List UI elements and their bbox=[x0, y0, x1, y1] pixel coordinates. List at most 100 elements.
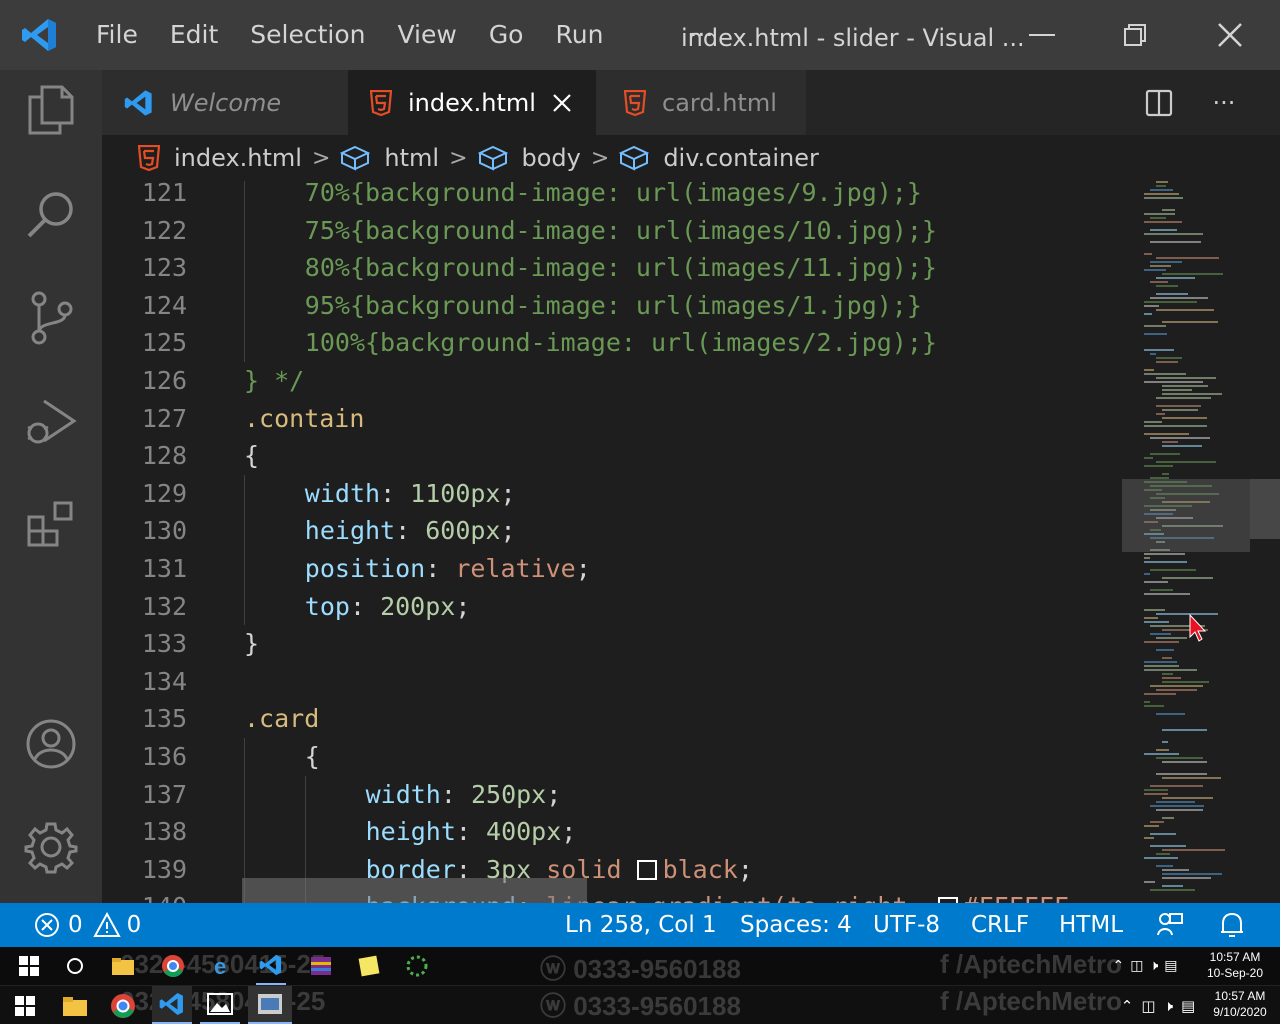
sticky-notes-icon[interactable] bbox=[354, 947, 384, 985]
breadcrumb-html[interactable]: html bbox=[340, 144, 439, 172]
vscode-taskbar-icon[interactable] bbox=[152, 986, 192, 1024]
menu-go[interactable]: Go bbox=[473, 0, 540, 70]
restore-button[interactable] bbox=[1090, 0, 1180, 70]
file-explorer-icon[interactable] bbox=[58, 986, 92, 1024]
menu-view[interactable]: View bbox=[381, 0, 472, 70]
code-line[interactable]: 121 70%{background-image: url(images/9.jp… bbox=[102, 181, 1122, 212]
clock-outer[interactable]: 10:57 AM 9/10/2020 bbox=[1206, 988, 1274, 1020]
code-line[interactable]: 125 100%{background-image: url(images/2.j… bbox=[102, 324, 1122, 362]
run-debug-icon[interactable] bbox=[0, 372, 102, 472]
indentation[interactable]: Spaces: 4 bbox=[740, 903, 852, 947]
code-line[interactable]: 122 75%{background-image: url(images/10.j… bbox=[102, 211, 1122, 250]
clock-inner[interactable]: 10:57 AM 10-Sep-20 bbox=[1200, 949, 1270, 981]
winrar-icon[interactable] bbox=[306, 947, 336, 985]
watermark-whatsapp: ⓦ 0333-9560188 bbox=[540, 991, 741, 1021]
notification-icon[interactable]: ▤ bbox=[1164, 958, 1177, 974]
code-token: 70%{background-image: url(images/9.jpg);… bbox=[304, 181, 922, 207]
tab-welcome[interactable]: Welcome bbox=[102, 70, 348, 135]
cursor-position[interactable]: Ln 258, Col 1 bbox=[565, 903, 717, 947]
code-line[interactable]: 135 .card bbox=[102, 700, 1122, 738]
photos-icon[interactable] bbox=[200, 986, 240, 1024]
tray-chevron-icon[interactable]: ⌃ bbox=[1112, 958, 1124, 974]
menu-selection[interactable]: Selection bbox=[234, 0, 381, 70]
file-explorer-icon[interactable] bbox=[108, 947, 138, 985]
close-tab-icon[interactable] bbox=[552, 93, 572, 113]
tray-chevron-icon[interactable]: ⌃ bbox=[1121, 997, 1134, 1015]
minimap[interactable] bbox=[1122, 181, 1280, 903]
code-text: { bbox=[305, 738, 320, 776]
more-actions-button[interactable]: ··· bbox=[1194, 70, 1254, 135]
code-line[interactable]: 133} bbox=[102, 625, 1122, 663]
code-line[interactable]: 128 { bbox=[102, 437, 1122, 475]
code-line[interactable]: 130 height: 600px; bbox=[102, 512, 1122, 550]
vertical-scrollbar-thumb[interactable] bbox=[1250, 479, 1280, 539]
code-editor[interactable]: 121 70%{background-image: url(images/9.jp… bbox=[102, 181, 1122, 903]
code-line[interactable]: 131 position: relative; bbox=[102, 550, 1122, 588]
extensions-icon[interactable] bbox=[0, 475, 102, 575]
network-icon[interactable]: ◫ bbox=[1130, 958, 1143, 974]
network-icon[interactable]: ◫ bbox=[1141, 997, 1155, 1015]
breadcrumb-file[interactable]: index.html bbox=[138, 144, 302, 172]
source-control-icon[interactable] bbox=[0, 268, 102, 368]
horizontal-scrollbar[interactable] bbox=[242, 878, 587, 903]
code-line[interactable]: 132 top: 200px; bbox=[102, 587, 1122, 626]
code-line[interactable]: 136 { bbox=[102, 738, 1122, 776]
settings-gear-icon[interactable] bbox=[0, 797, 102, 897]
problems-indicator[interactable]: 0 0 bbox=[34, 903, 141, 947]
code-line[interactable]: 137 width: 250px; bbox=[102, 775, 1122, 814]
code-text: { bbox=[244, 437, 259, 475]
notifications-bell-icon[interactable] bbox=[1219, 903, 1245, 947]
minimap-line bbox=[1150, 353, 1156, 355]
windows-start-icon[interactable] bbox=[14, 947, 44, 985]
minimap-line bbox=[1144, 373, 1186, 375]
code-line[interactable]: 124 95%{background-image: url(images/1.jp… bbox=[102, 286, 1122, 325]
language-mode[interactable]: HTML bbox=[1059, 903, 1123, 947]
menu-edit[interactable]: Edit bbox=[154, 0, 234, 70]
minimap-line bbox=[1162, 797, 1213, 799]
minimize-button[interactable] bbox=[997, 0, 1087, 70]
breadcrumb-div-container[interactable]: div.container bbox=[619, 144, 819, 172]
feedback-icon[interactable] bbox=[1156, 903, 1184, 947]
chrome-icon[interactable] bbox=[106, 986, 140, 1024]
tab-card-html[interactable]: card.html bbox=[596, 70, 806, 135]
line-ending[interactable]: CRLF bbox=[971, 903, 1029, 947]
search-icon[interactable] bbox=[0, 164, 102, 264]
code-token: { bbox=[244, 441, 260, 471]
minimap-line bbox=[1150, 805, 1204, 807]
cortana-circle-icon[interactable] bbox=[60, 947, 90, 985]
minimap-line bbox=[1162, 441, 1178, 443]
minimap-line bbox=[1156, 361, 1178, 363]
indent-guide bbox=[244, 211, 245, 250]
volume-icon[interactable]: 🕨 bbox=[1164, 997, 1173, 1015]
edge-icon[interactable]: e bbox=[208, 947, 238, 985]
close-window-button[interactable] bbox=[1185, 0, 1275, 70]
code-token: relative bbox=[455, 554, 576, 583]
code-text: 95%{background-image: url(images/1.jpg);… bbox=[305, 287, 922, 325]
chrome-icon[interactable] bbox=[158, 947, 188, 985]
minimap-line bbox=[1144, 253, 1152, 255]
encoding[interactable]: UTF-8 bbox=[873, 903, 940, 947]
system-tray-icons[interactable]: ⌃ ◫ 🕨 ▤ bbox=[1108, 986, 1208, 1024]
code-line[interactable]: 138 height: 400px; bbox=[102, 813, 1122, 851]
volume-icon[interactable]: 🕨 bbox=[1149, 958, 1158, 974]
code-line[interactable]: 129 width: 1100px; bbox=[102, 474, 1122, 513]
code-line[interactable]: 134 bbox=[102, 663, 1122, 701]
vscode-taskbar-icon[interactable] bbox=[256, 947, 286, 985]
color-swatch[interactable] bbox=[636, 859, 657, 880]
indent-guide bbox=[244, 324, 245, 362]
code-line[interactable]: 123 80%{background-image: url(images/11.j… bbox=[102, 249, 1122, 287]
breadcrumb-body[interactable]: body bbox=[477, 144, 581, 172]
recorder-app-icon[interactable] bbox=[248, 986, 292, 1024]
explorer-icon[interactable] bbox=[0, 60, 102, 160]
windows-start-icon[interactable] bbox=[10, 986, 40, 1024]
menu-run[interactable]: Run bbox=[539, 0, 619, 70]
code-line[interactable]: 127 .contain bbox=[102, 400, 1122, 438]
minimap-line bbox=[1162, 777, 1221, 779]
split-editor-icon[interactable] bbox=[1129, 70, 1189, 135]
notification-icon[interactable]: ▤ bbox=[1181, 997, 1195, 1015]
code-line[interactable]: 126} */ bbox=[102, 362, 1122, 400]
minimap-slider[interactable] bbox=[1122, 479, 1250, 552]
account-icon[interactable] bbox=[0, 694, 102, 794]
tab-index-html[interactable]: index.html bbox=[348, 70, 596, 135]
system-tray-icons[interactable]: ⌃ ◫ 🕨 ▤ bbox=[1100, 947, 1190, 985]
